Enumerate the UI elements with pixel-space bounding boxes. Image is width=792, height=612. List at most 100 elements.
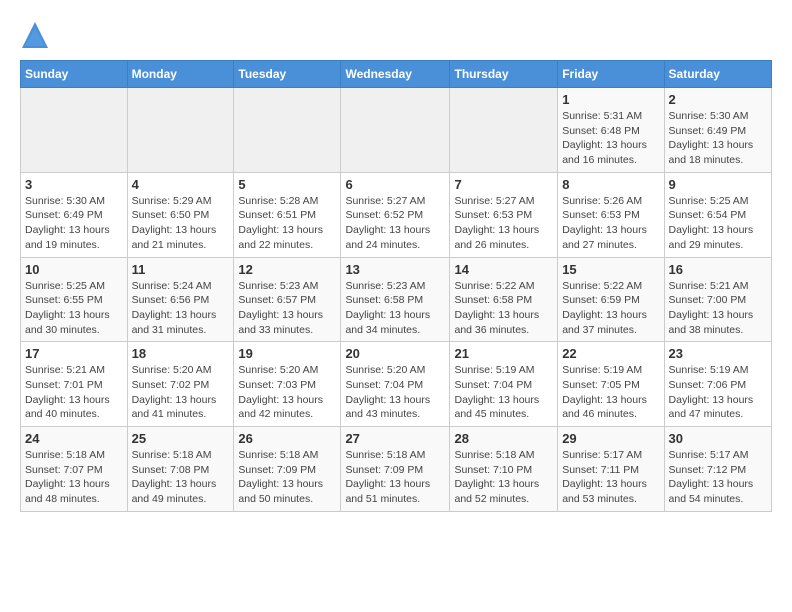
calendar-week-2: 3 Sunrise: 5:30 AM Sunset: 6:49 PM Daylig… — [21, 172, 772, 257]
calendar-cell: 13 Sunrise: 5:23 AM Sunset: 6:58 PM Dayli… — [341, 257, 450, 342]
day-number: 19 — [238, 346, 336, 361]
day-number: 22 — [562, 346, 659, 361]
day-info: Sunrise: 5:26 AM Sunset: 6:53 PM Dayligh… — [562, 194, 659, 253]
calendar-cell: 30 Sunrise: 5:17 AM Sunset: 7:12 PM Dayli… — [664, 427, 771, 512]
day-info: Sunrise: 5:20 AM Sunset: 7:02 PM Dayligh… — [132, 363, 230, 422]
header-friday: Friday — [558, 61, 664, 88]
calendar-cell: 18 Sunrise: 5:20 AM Sunset: 7:02 PM Dayli… — [127, 342, 234, 427]
day-info: Sunrise: 5:18 AM Sunset: 7:09 PM Dayligh… — [238, 448, 336, 507]
day-number: 24 — [25, 431, 123, 446]
day-number: 5 — [238, 177, 336, 192]
calendar-cell: 16 Sunrise: 5:21 AM Sunset: 7:00 PM Dayli… — [664, 257, 771, 342]
day-info: Sunrise: 5:22 AM Sunset: 6:58 PM Dayligh… — [454, 279, 553, 338]
calendar-cell: 28 Sunrise: 5:18 AM Sunset: 7:10 PM Dayli… — [450, 427, 558, 512]
day-number: 6 — [345, 177, 445, 192]
calendar-week-5: 24 Sunrise: 5:18 AM Sunset: 7:07 PM Dayli… — [21, 427, 772, 512]
day-info: Sunrise: 5:23 AM Sunset: 6:57 PM Dayligh… — [238, 279, 336, 338]
calendar-cell: 4Sunrise: 5:29 AM Sunset: 6:50 PM Daylig… — [127, 172, 234, 257]
day-info: Sunrise: 5:18 AM Sunset: 7:08 PM Dayligh… — [132, 448, 230, 507]
day-info: Sunrise: 5:21 AM Sunset: 7:00 PM Dayligh… — [669, 279, 767, 338]
header-sunday: Sunday — [21, 61, 128, 88]
day-info: Sunrise: 5:18 AM Sunset: 7:07 PM Dayligh… — [25, 448, 123, 507]
day-info: Sunrise: 5:25 AM Sunset: 6:55 PM Dayligh… — [25, 279, 123, 338]
day-info: Sunrise: 5:19 AM Sunset: 7:04 PM Dayligh… — [454, 363, 553, 422]
day-number: 2 — [669, 92, 767, 107]
day-info: Sunrise: 5:28 AM Sunset: 6:51 PM Dayligh… — [238, 194, 336, 253]
day-info: Sunrise: 5:27 AM Sunset: 6:53 PM Dayligh… — [454, 194, 553, 253]
header-tuesday: Tuesday — [234, 61, 341, 88]
calendar-cell: 14 Sunrise: 5:22 AM Sunset: 6:58 PM Dayli… — [450, 257, 558, 342]
day-number: 29 — [562, 431, 659, 446]
day-number: 25 — [132, 431, 230, 446]
day-number: 3 — [25, 177, 123, 192]
day-number: 11 — [132, 262, 230, 277]
header-monday: Monday — [127, 61, 234, 88]
day-number: 23 — [669, 346, 767, 361]
calendar-cell: 8 Sunrise: 5:26 AM Sunset: 6:53 PM Daylig… — [558, 172, 664, 257]
day-number: 12 — [238, 262, 336, 277]
logo-icon — [20, 20, 50, 50]
day-info: Sunrise: 5:18 AM Sunset: 7:10 PM Dayligh… — [454, 448, 553, 507]
calendar-cell: 22Sunrise: 5:19 AM Sunset: 7:05 PM Dayli… — [558, 342, 664, 427]
calendar-cell: 11 Sunrise: 5:24 AM Sunset: 6:56 PM Dayli… — [127, 257, 234, 342]
calendar-cell: 12 Sunrise: 5:23 AM Sunset: 6:57 PM Dayli… — [234, 257, 341, 342]
day-info: Sunrise: 5:30 AM Sunset: 6:49 PM Dayligh… — [669, 109, 767, 168]
calendar-cell: 5 Sunrise: 5:28 AM Sunset: 6:51 PM Daylig… — [234, 172, 341, 257]
calendar-cell: 27Sunrise: 5:18 AM Sunset: 7:09 PM Dayli… — [341, 427, 450, 512]
day-number: 15 — [562, 262, 659, 277]
calendar-cell: 1Sunrise: 5:31 AM Sunset: 6:48 PM Daylig… — [558, 88, 664, 173]
calendar-cell: 25 Sunrise: 5:18 AM Sunset: 7:08 PM Dayli… — [127, 427, 234, 512]
day-number: 13 — [345, 262, 445, 277]
page-header — [20, 20, 772, 50]
day-number: 16 — [669, 262, 767, 277]
calendar-cell: 7Sunrise: 5:27 AM Sunset: 6:53 PM Daylig… — [450, 172, 558, 257]
day-info: Sunrise: 5:17 AM Sunset: 7:11 PM Dayligh… — [562, 448, 659, 507]
day-number: 1 — [562, 92, 659, 107]
calendar-cell: 29 Sunrise: 5:17 AM Sunset: 7:11 PM Dayli… — [558, 427, 664, 512]
header-wednesday: Wednesday — [341, 61, 450, 88]
calendar-cell: 2 Sunrise: 5:30 AM Sunset: 6:49 PM Daylig… — [664, 88, 771, 173]
calendar-cell: 3 Sunrise: 5:30 AM Sunset: 6:49 PM Daylig… — [21, 172, 128, 257]
day-info: Sunrise: 5:21 AM Sunset: 7:01 PM Dayligh… — [25, 363, 123, 422]
day-number: 28 — [454, 431, 553, 446]
day-number: 8 — [562, 177, 659, 192]
calendar-cell — [127, 88, 234, 173]
calendar-cell: 26Sunrise: 5:18 AM Sunset: 7:09 PM Dayli… — [234, 427, 341, 512]
calendar-week-4: 17 Sunrise: 5:21 AM Sunset: 7:01 PM Dayli… — [21, 342, 772, 427]
header-thursday: Thursday — [450, 61, 558, 88]
header-saturday: Saturday — [664, 61, 771, 88]
day-info: Sunrise: 5:19 AM Sunset: 7:06 PM Dayligh… — [669, 363, 767, 422]
day-number: 30 — [669, 431, 767, 446]
calendar-cell — [21, 88, 128, 173]
day-info: Sunrise: 5:27 AM Sunset: 6:52 PM Dayligh… — [345, 194, 445, 253]
calendar-cell: 19 Sunrise: 5:20 AM Sunset: 7:03 PM Dayli… — [234, 342, 341, 427]
calendar-cell: 20 Sunrise: 5:20 AM Sunset: 7:04 PM Dayli… — [341, 342, 450, 427]
day-info: Sunrise: 5:20 AM Sunset: 7:04 PM Dayligh… — [345, 363, 445, 422]
calendar-cell: 9Sunrise: 5:25 AM Sunset: 6:54 PM Daylig… — [664, 172, 771, 257]
calendar-cell: 10 Sunrise: 5:25 AM Sunset: 6:55 PM Dayli… — [21, 257, 128, 342]
calendar-cell: 21 Sunrise: 5:19 AM Sunset: 7:04 PM Dayli… — [450, 342, 558, 427]
calendar-cell: 23 Sunrise: 5:19 AM Sunset: 7:06 PM Dayli… — [664, 342, 771, 427]
calendar-body: 1Sunrise: 5:31 AM Sunset: 6:48 PM Daylig… — [21, 88, 772, 512]
calendar-cell — [450, 88, 558, 173]
day-info: Sunrise: 5:30 AM Sunset: 6:49 PM Dayligh… — [25, 194, 123, 253]
calendar-cell: 6 Sunrise: 5:27 AM Sunset: 6:52 PM Daylig… — [341, 172, 450, 257]
header-row: SundayMondayTuesdayWednesdayThursdayFrid… — [21, 61, 772, 88]
day-info: Sunrise: 5:24 AM Sunset: 6:56 PM Dayligh… — [132, 279, 230, 338]
day-info: Sunrise: 5:17 AM Sunset: 7:12 PM Dayligh… — [669, 448, 767, 507]
day-number: 20 — [345, 346, 445, 361]
calendar-week-3: 10 Sunrise: 5:25 AM Sunset: 6:55 PM Dayli… — [21, 257, 772, 342]
day-number: 9 — [669, 177, 767, 192]
calendar-header: SundayMondayTuesdayWednesdayThursdayFrid… — [21, 61, 772, 88]
day-number: 18 — [132, 346, 230, 361]
day-number: 10 — [25, 262, 123, 277]
calendar-table: SundayMondayTuesdayWednesdayThursdayFrid… — [20, 60, 772, 512]
calendar-cell: 24 Sunrise: 5:18 AM Sunset: 7:07 PM Dayli… — [21, 427, 128, 512]
day-number: 21 — [454, 346, 553, 361]
day-info: Sunrise: 5:20 AM Sunset: 7:03 PM Dayligh… — [238, 363, 336, 422]
day-number: 27 — [345, 431, 445, 446]
day-number: 14 — [454, 262, 553, 277]
day-number: 17 — [25, 346, 123, 361]
calendar-cell — [341, 88, 450, 173]
day-info: Sunrise: 5:23 AM Sunset: 6:58 PM Dayligh… — [345, 279, 445, 338]
